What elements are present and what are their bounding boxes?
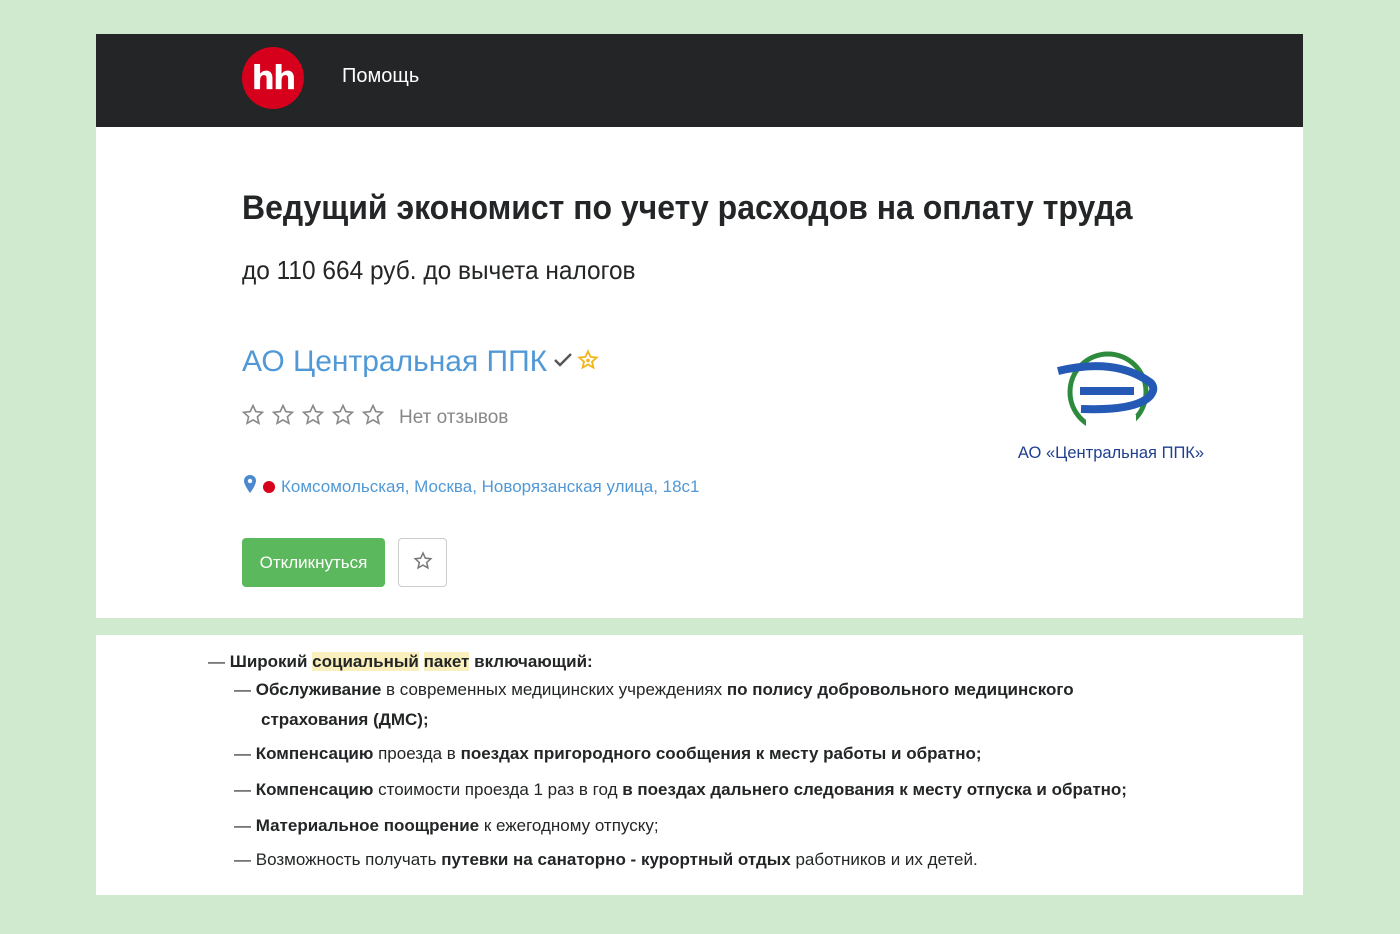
list-dash: — bbox=[234, 744, 256, 763]
description-text: включающий: bbox=[469, 652, 593, 671]
address-row: Комсомольская, Москва, Новорязанская ули… bbox=[243, 474, 700, 499]
rating-row: Нет отзывов bbox=[241, 403, 508, 432]
company-logo-emblem-icon bbox=[1057, 351, 1158, 435]
description-text: Компенсацию bbox=[255, 780, 374, 799]
description-text: Материальное поощрение bbox=[255, 816, 480, 835]
verified-check-icon bbox=[553, 352, 573, 373]
description-text: работников и их детей. bbox=[790, 850, 978, 869]
list-dash: — bbox=[234, 680, 256, 699]
reviews-link[interactable]: Нет отзывов bbox=[399, 407, 508, 429]
vacancy-description: — Широкий социальный пакет включающий: — … bbox=[96, 635, 1303, 895]
respond-button[interactable]: Откликнуться bbox=[242, 538, 385, 587]
highlighted-text: социальный bbox=[312, 652, 419, 671]
description-text: Компенсацию bbox=[255, 744, 374, 763]
description-text: стоимости проезда 1 раз в год bbox=[373, 780, 623, 799]
map-pin-icon bbox=[243, 474, 257, 499]
vacancy-salary: до 110 664 руб. до вычета налогов bbox=[242, 255, 636, 285]
address-link[interactable]: Комсомольская, Москва, Новорязанская ули… bbox=[281, 477, 700, 497]
description-text: путевки на санаторно - курортный отдых bbox=[441, 850, 791, 869]
list-dash: — bbox=[234, 816, 256, 835]
metro-line-icon bbox=[263, 480, 275, 493]
description-text: в поездах дальнего следования к месту от… bbox=[622, 780, 1127, 799]
description-line: — Компенсацию проезда в поездах пригород… bbox=[234, 744, 982, 764]
description-line: — Широкий социальный пакет включающий: bbox=[208, 652, 593, 672]
rating-star-icon bbox=[301, 403, 325, 432]
description-text bbox=[419, 652, 424, 671]
favorite-button[interactable] bbox=[398, 538, 447, 587]
description-text: Широкий bbox=[229, 652, 313, 671]
rating-star-icon bbox=[241, 403, 265, 432]
description-line: — Материальное поощрение к ежегодному от… bbox=[234, 816, 659, 836]
header-bar: hh Помощь bbox=[96, 34, 1303, 127]
description-text: в современных медицинских учреждениях bbox=[381, 680, 727, 699]
list-dash: — bbox=[234, 850, 256, 869]
vacancy-card: Ведущий экономист по учету расходов на о… bbox=[96, 127, 1303, 618]
star-outline-icon bbox=[412, 551, 433, 574]
description-text: к ежегодному отпуску; bbox=[479, 816, 659, 835]
description-text: проезда в bbox=[373, 744, 461, 763]
description-text: страхования (ДМС); bbox=[261, 710, 429, 729]
list-dash: — bbox=[208, 652, 230, 671]
company-logo-caption: АО «Центральная ППК» bbox=[1017, 444, 1205, 462]
help-link[interactable]: Помощь bbox=[342, 65, 419, 88]
rating-stars bbox=[241, 403, 385, 432]
highlighted-text: пакет bbox=[423, 652, 470, 671]
description-line: — Возможность получать путевки на санато… bbox=[234, 850, 978, 870]
description-text: Обслуживание bbox=[255, 680, 382, 699]
description-text: поездах пригородного сообщения к месту р… bbox=[460, 744, 982, 763]
company-logo[interactable]: АО «Центральная ППК» bbox=[1006, 349, 1216, 469]
trusted-employer-star-icon bbox=[577, 348, 599, 376]
rating-star-icon bbox=[331, 403, 355, 432]
description-text: Возможность получать bbox=[255, 850, 442, 869]
vacancy-title: Ведущий экономист по учету расходов на о… bbox=[242, 189, 1133, 227]
hh-logo[interactable]: hh bbox=[242, 47, 304, 109]
rating-star-icon bbox=[271, 403, 295, 432]
description-line: — Обслуживание в современных медицинских… bbox=[234, 680, 1074, 700]
company-name-link[interactable]: АО Центральная ППК bbox=[242, 345, 547, 379]
company-row: АО Центральная ППК bbox=[242, 345, 599, 379]
description-line: — Компенсацию стоимости проезда 1 раз в … bbox=[234, 780, 1127, 800]
description-text: по полису добровольного медицинского bbox=[726, 680, 1074, 699]
list-dash: — bbox=[234, 780, 256, 799]
rating-star-icon bbox=[361, 403, 385, 432]
description-line: страхования (ДМС); bbox=[261, 710, 429, 730]
